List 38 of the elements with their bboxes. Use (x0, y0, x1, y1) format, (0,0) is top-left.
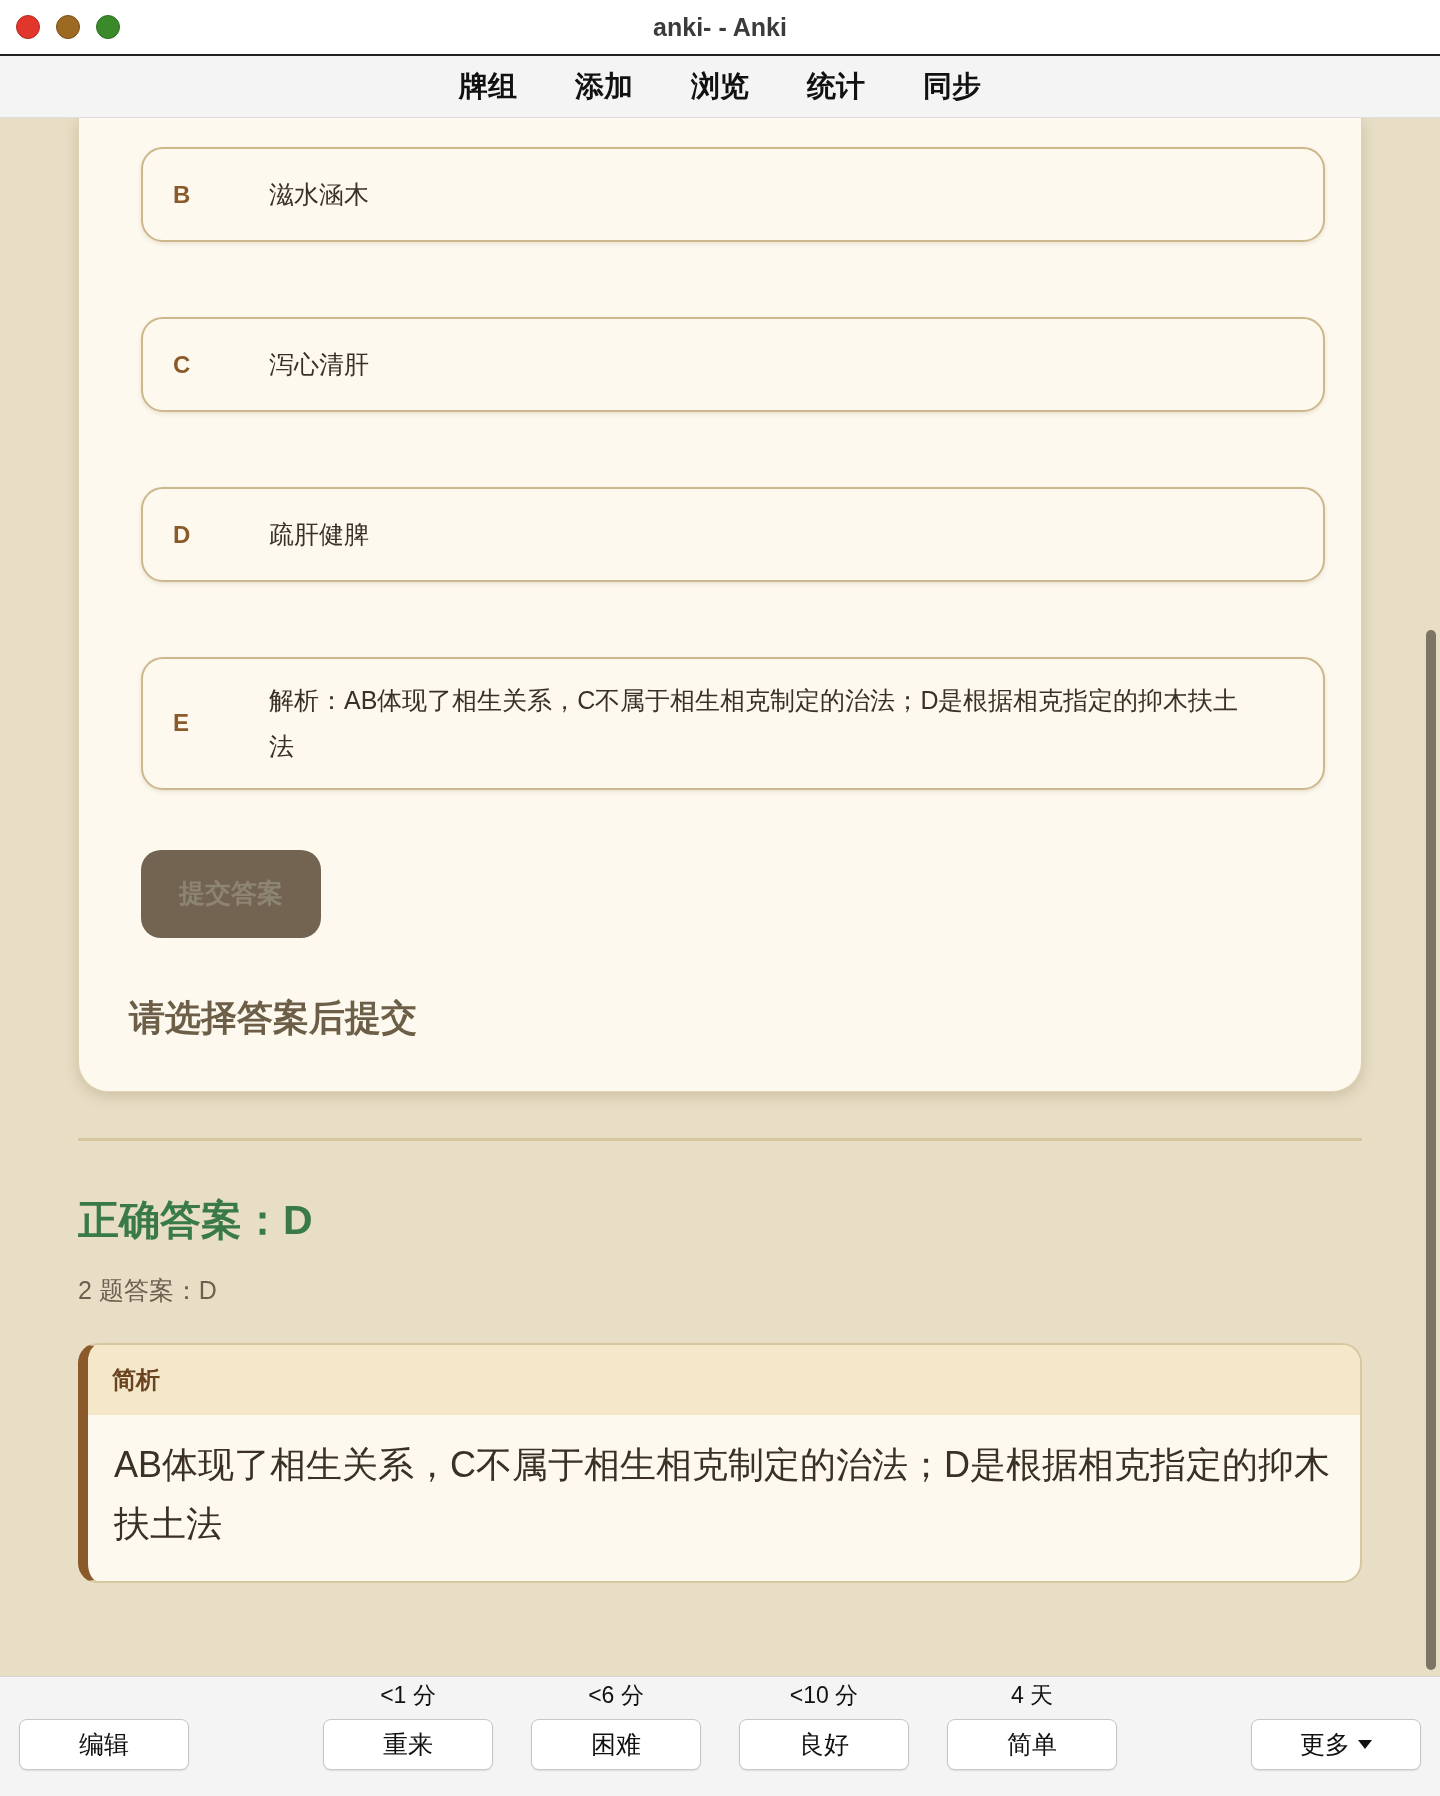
toolbar-link[interactable]: 统计 (803, 66, 869, 107)
answer-button[interactable]: 困难 (531, 1719, 701, 1770)
explanation-text: AB体现了相生关系，C不属于相生相克制定的治法；D是根据相克指定的抑木扶土法 (113, 1442, 1332, 1546)
edit-button[interactable]: 编辑 (19, 1719, 189, 1770)
answer-option[interactable]: D 疏肝健脾 (141, 487, 1325, 582)
toolbar-link[interactable]: 牌组 (455, 66, 521, 107)
answer-button[interactable]: 简单 (947, 1719, 1117, 1770)
option-letter: B (173, 180, 192, 209)
zoom-button[interactable] (96, 15, 120, 39)
option-text: 解析：AB体现了相生关系，C不属于相生相克制定的治法；D是根据相克指定的抑木扶土法 (269, 685, 1240, 763)
prompt-text: 请选择答案后提交 (129, 995, 418, 1040)
toolbar-link[interactable]: 浏览 (687, 66, 753, 107)
answer-option[interactable]: E 解析：AB体现了相生关系，C不属于相生相克制定的治法；D是根据相克指定的抑木扶土法 (141, 657, 1325, 790)
interval-label: <1 分 (380, 1681, 436, 1710)
answer-button[interactable]: 重来 (323, 1719, 493, 1770)
more-button[interactable]: 更多 (1251, 1719, 1421, 1770)
close-button[interactable] (16, 15, 40, 39)
option-text: 疏肝健脾 (269, 519, 369, 551)
explanation-title: 简析 (88, 1344, 1360, 1415)
interval-label: <6 分 (588, 1681, 644, 1710)
answer-button[interactable]: 良好 (739, 1719, 909, 1770)
scrollbar-thumb[interactable] (1426, 630, 1436, 1670)
toolbar-link[interactable]: 添加 (571, 66, 637, 107)
option-letter: D (173, 520, 192, 549)
correct-answer: 正确答案：D (78, 1195, 314, 1245)
answer-option[interactable]: C 泻心清肝 (141, 317, 1325, 412)
interval-label: <10 分 (789, 1681, 859, 1710)
caret-icon (1358, 1740, 1372, 1749)
window-title: anki- - Anki (653, 12, 787, 42)
option-letter: E (173, 709, 190, 738)
answer-option[interactable]: B 滋水涵木 (141, 147, 1325, 242)
option-letter: C (173, 350, 192, 379)
option-text: 滋水涵木 (269, 179, 369, 211)
interval-label: 4 天 (1010, 1681, 1054, 1710)
answer-note: 2 题答案：D (78, 1274, 218, 1306)
toolbar-link[interactable]: 同步 (919, 66, 985, 107)
minimize-button[interactable] (56, 15, 80, 39)
option-text: 泻心清肝 (269, 349, 369, 381)
